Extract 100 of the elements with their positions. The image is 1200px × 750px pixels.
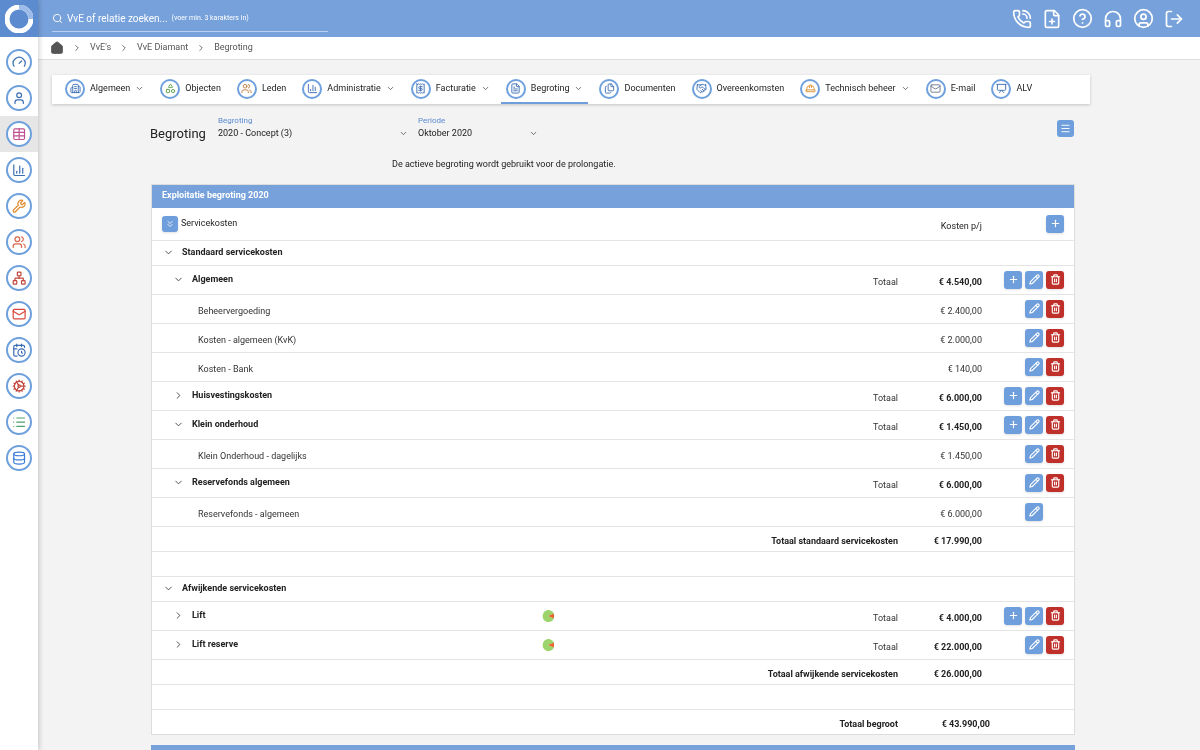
trash-icon xyxy=(1049,390,1061,401)
total-label: Totaal xyxy=(873,276,898,287)
person-icon xyxy=(6,85,32,111)
edit-button[interactable] xyxy=(1025,473,1043,492)
mail-icon xyxy=(6,301,32,327)
amount: € 2.400,00 xyxy=(940,305,982,316)
category-title: Klein onderhoud xyxy=(192,417,259,431)
collapse-all-button[interactable] xyxy=(162,215,178,232)
nav-tab[interactable]: Objecten xyxy=(155,75,226,104)
total-label: Totaal xyxy=(873,392,898,403)
category-title: Huisvestingskosten xyxy=(192,388,273,402)
delete-button[interactable] xyxy=(1046,473,1064,492)
nav-tab[interactable]: Facturatie xyxy=(405,75,495,104)
gear-icon xyxy=(6,373,32,399)
breadcrumb-link[interactable]: Begroting xyxy=(214,41,253,55)
delete-button[interactable] xyxy=(1046,635,1064,654)
edit-button[interactable] xyxy=(1025,328,1043,347)
nav-tab[interactable]: Algemeen xyxy=(60,75,150,104)
search-icon xyxy=(52,12,63,24)
trash-icon xyxy=(1049,639,1061,650)
plus-icon xyxy=(1007,419,1019,430)
pencil-icon xyxy=(1028,506,1040,517)
add-button[interactable] xyxy=(1004,606,1022,625)
gauge-icon xyxy=(6,49,32,75)
page-title: Begroting xyxy=(150,125,207,143)
subtotal-label: Totaal afwijkende servicekosten xyxy=(767,668,898,679)
delete-button[interactable] xyxy=(1046,606,1064,625)
pencil-icon xyxy=(1028,639,1040,650)
edit-button[interactable] xyxy=(1025,502,1043,521)
chart-icon xyxy=(6,157,32,183)
pencil-icon xyxy=(1028,274,1040,285)
delete-button[interactable] xyxy=(1046,444,1064,463)
edit-button[interactable] xyxy=(1025,606,1043,625)
edit-button[interactable] xyxy=(1025,386,1043,405)
column-header: Servicekosten xyxy=(181,216,238,230)
menu-button[interactable] xyxy=(1057,120,1074,137)
edit-button[interactable] xyxy=(1025,357,1043,376)
amount: € 4.000,00 xyxy=(938,612,982,623)
add-button[interactable] xyxy=(1004,386,1022,405)
nav-tab[interactable]: Overeenkomsten xyxy=(686,75,790,104)
user-icon[interactable] xyxy=(1133,8,1154,29)
category-title: Lift reserve xyxy=(192,637,239,651)
nav-tab[interactable]: E-mail xyxy=(920,75,981,104)
edit-button[interactable] xyxy=(1025,270,1043,289)
add-button[interactable] xyxy=(1004,415,1022,434)
phone-icon[interactable] xyxy=(1012,8,1032,29)
help-icon[interactable] xyxy=(1072,8,1093,29)
people-icon xyxy=(6,229,32,255)
delete-button[interactable] xyxy=(1046,299,1064,318)
edit-button[interactable] xyxy=(1025,299,1043,318)
amount: € 140,00 xyxy=(947,363,982,374)
edit-button[interactable] xyxy=(1025,415,1043,434)
add-button[interactable] xyxy=(1004,270,1022,289)
calendar-icon xyxy=(6,337,32,363)
total-label: Totaal xyxy=(873,641,898,652)
edit-button[interactable] xyxy=(1025,444,1043,463)
nav-tab[interactable]: ALV xyxy=(986,75,1038,104)
breadcrumb-link[interactable]: VvE Diamant xyxy=(137,41,189,55)
delete-button[interactable] xyxy=(1046,386,1064,405)
edit-button[interactable] xyxy=(1025,635,1043,654)
mail-icon xyxy=(925,78,946,99)
item-title: Klein Onderhoud - dagelijks xyxy=(198,450,307,461)
documents-icon xyxy=(599,78,620,99)
delete-button[interactable] xyxy=(1046,328,1064,347)
logout-icon[interactable] xyxy=(1164,8,1184,29)
sidebar-item[interactable] xyxy=(0,116,38,152)
total-label: Totaal xyxy=(873,479,898,490)
subtotal-label: Totaal standaard servicekosten xyxy=(771,535,898,546)
pencil-icon xyxy=(1028,361,1040,372)
database-icon xyxy=(6,445,32,471)
nav-tab[interactable]: Leden xyxy=(231,75,292,104)
building-icon xyxy=(65,78,85,99)
nav-tab[interactable]: Documenten xyxy=(594,75,681,104)
breadcrumb-link[interactable]: VvE's xyxy=(90,41,112,55)
nav-tab[interactable]: Technisch beheer xyxy=(795,75,915,104)
nav-tab[interactable]: Begroting xyxy=(500,75,589,104)
pencil-icon xyxy=(1028,448,1040,459)
category-title: Reservefonds algemeen xyxy=(192,475,290,489)
trash-icon xyxy=(1049,274,1061,285)
trash-icon xyxy=(1049,361,1061,372)
headset-icon[interactable] xyxy=(1103,8,1123,29)
delete-button[interactable] xyxy=(1046,357,1064,376)
amount: € 6.000,00 xyxy=(938,479,982,490)
grand-total-label: Totaal begroot xyxy=(839,718,898,729)
select-field[interactable]: Begroting 2020 - Concept (3) xyxy=(218,116,408,141)
home-icon[interactable] xyxy=(50,41,64,55)
trash-icon xyxy=(1049,303,1061,314)
total-label: Totaal xyxy=(873,421,898,432)
add-note-icon[interactable] xyxy=(1042,8,1062,29)
pencil-icon xyxy=(1028,332,1040,343)
menu-icon xyxy=(1060,123,1071,134)
pencil-icon xyxy=(1028,477,1040,488)
delete-button[interactable] xyxy=(1046,415,1064,434)
item-title: Kosten - Bank xyxy=(198,363,253,374)
nav-tab[interactable]: Administratie xyxy=(297,75,400,104)
table-icon xyxy=(6,121,32,147)
add-button[interactable] xyxy=(1046,214,1064,233)
select-field[interactable]: Periode Oktober 2020 xyxy=(418,116,538,141)
trash-icon xyxy=(1049,448,1061,459)
delete-button[interactable] xyxy=(1046,270,1064,289)
